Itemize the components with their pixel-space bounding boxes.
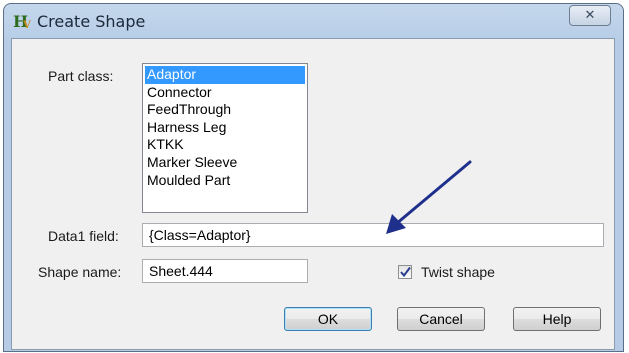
list-item-marker-sleeve[interactable]: Marker Sleeve (145, 154, 305, 172)
data1-field-input[interactable]: {Class=Adaptor} (142, 223, 604, 247)
part-class-listbox[interactable]: Adaptor Connector FeedThrough Harness Le… (142, 63, 308, 213)
window-title: Create Shape (37, 12, 146, 31)
app-icon: HV (13, 13, 31, 31)
close-icon: ✕ (584, 8, 596, 23)
help-button[interactable]: Help (513, 307, 601, 331)
list-item-ktkk[interactable]: KTKK (145, 136, 305, 154)
list-item-feedthrough[interactable]: FeedThrough (145, 101, 305, 119)
checkmark-icon (400, 266, 411, 278)
close-button[interactable]: ✕ (569, 5, 611, 26)
cancel-button[interactable]: Cancel (397, 307, 485, 331)
list-item-harness-leg[interactable]: Harness Leg (145, 119, 305, 137)
dialog-body: Part class: Adaptor Connector FeedThroug… (11, 38, 615, 350)
twist-shape-checkbox[interactable] (398, 265, 412, 279)
create-shape-dialog: HV Create Shape ✕ Part class: Adaptor Co… (3, 3, 624, 352)
data1-field-label: Data1 field: (48, 228, 119, 244)
app-icon-sub-letter: V (23, 20, 31, 31)
title-bar: HV Create Shape ✕ (4, 4, 623, 38)
list-item-adaptor[interactable]: Adaptor (145, 66, 305, 84)
shape-name-input[interactable]: Sheet.444 (142, 259, 308, 283)
annotation-arrow-icon (386, 160, 472, 234)
twist-shape-label: Twist shape (421, 264, 495, 280)
ok-button[interactable]: OK (284, 307, 372, 331)
list-item-connector[interactable]: Connector (145, 84, 305, 102)
part-class-label: Part class: (48, 68, 114, 84)
list-item-moulded-part[interactable]: Moulded Part (145, 172, 305, 190)
shape-name-label: Shape name: (38, 264, 122, 280)
